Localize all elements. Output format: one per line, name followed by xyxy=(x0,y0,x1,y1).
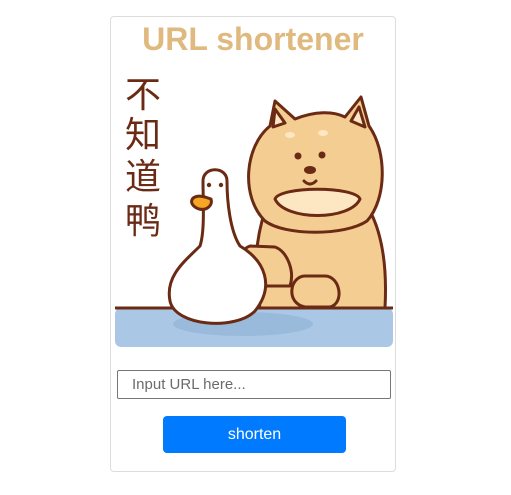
caption-char-3: 道 xyxy=(125,157,161,198)
shorten-button[interactable]: shorten xyxy=(163,416,346,453)
sticker-illustration: 不 知 道 鸭 xyxy=(115,75,393,347)
caption-char-2: 知 xyxy=(125,115,161,156)
url-input[interactable] xyxy=(117,370,391,399)
shortener-card: URL shortener 不 知 道 鸭 Input URL here... … xyxy=(110,16,396,472)
page-title: URL shortener xyxy=(142,21,364,57)
caption-char-1: 不 xyxy=(125,75,161,116)
sticker-caption: 不 知 道 鸭 xyxy=(125,75,161,242)
caption-char-4: 鸭 xyxy=(125,201,161,242)
